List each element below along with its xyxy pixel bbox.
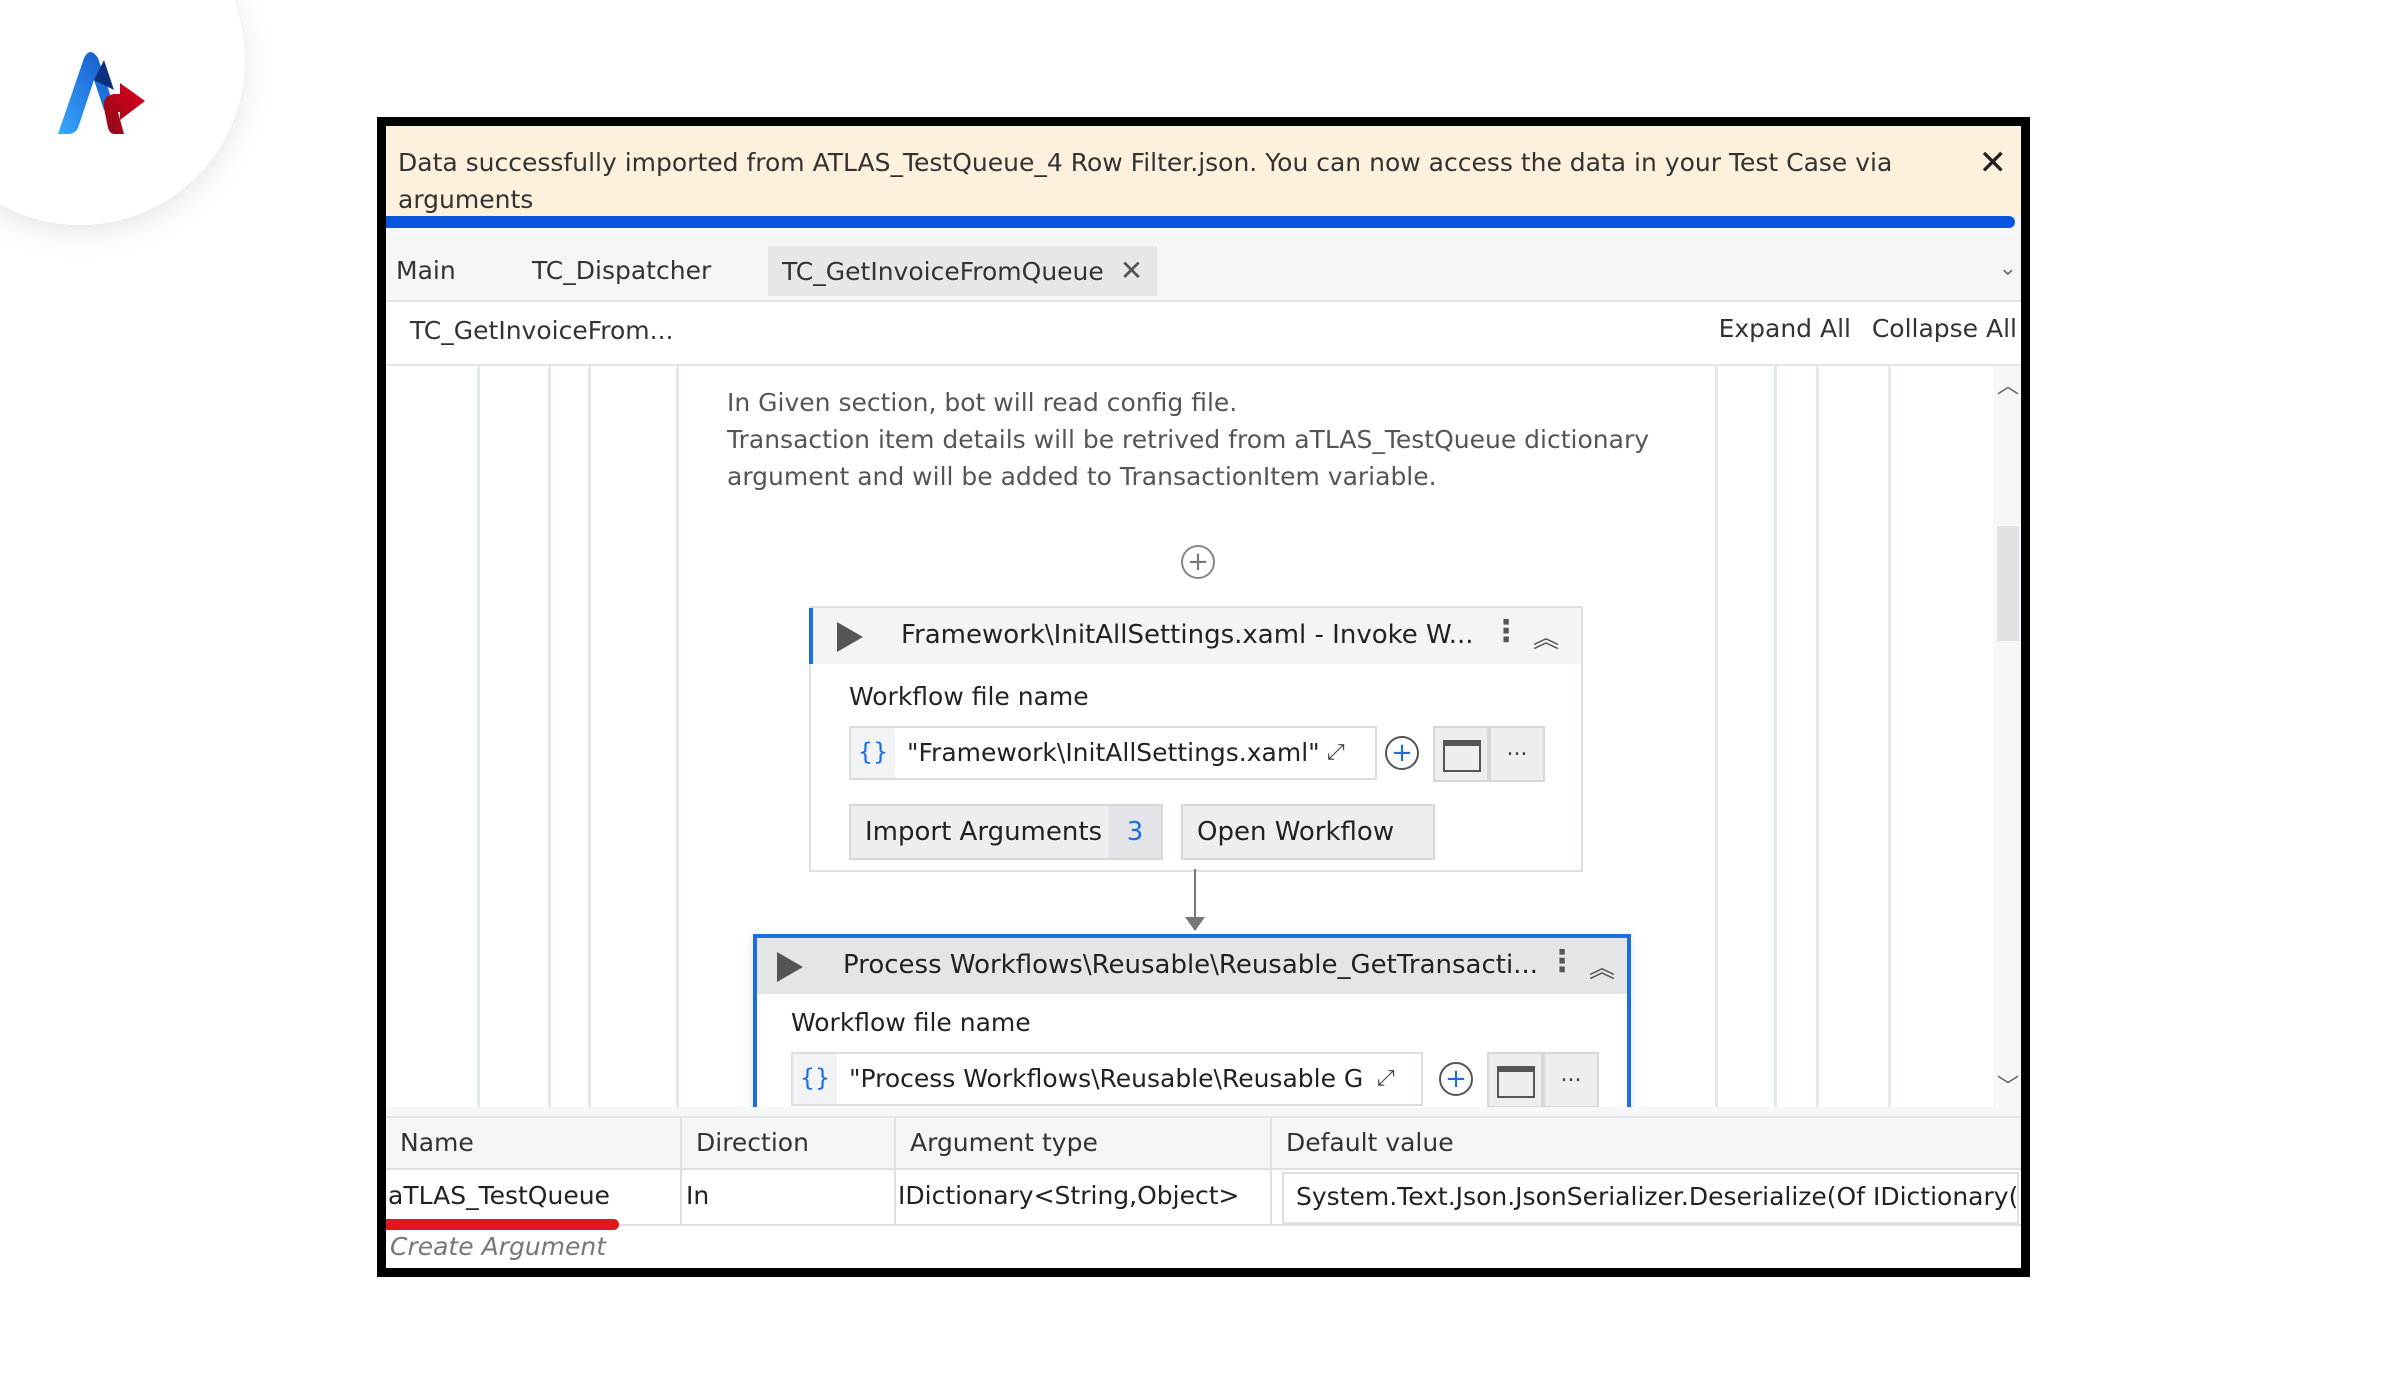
play-icon[interactable] — [837, 622, 863, 652]
scope-border — [588, 366, 591, 1107]
ellipsis-icon: ... — [1506, 736, 1528, 761]
expression-icon: {} — [793, 1054, 837, 1104]
expand-editor-icon[interactable]: ⤢ — [1327, 740, 1345, 765]
expand-all-button[interactable]: Expand All — [1719, 314, 1851, 343]
activity-title: Process Workflows\Reusable\Reusable_GetT… — [843, 950, 1538, 980]
scroll-up-icon[interactable]: ︿ — [1997, 368, 2019, 400]
tab-tc-getinvoicefromqueue[interactable]: TC_GetInvoiceFromQueue ✕ — [768, 246, 1158, 296]
workflow-file-name-input[interactable]: {} "Process Workflows\Reusable\Reusable … — [791, 1052, 1423, 1106]
browse-folder-button[interactable] — [1487, 1052, 1543, 1107]
scrollbar-thumb[interactable] — [1997, 526, 2019, 641]
expression-icon: {} — [851, 728, 895, 778]
designer-window: Data successfully imported from ATLAS_Te… — [377, 117, 2030, 1277]
add-activity-icon[interactable]: + — [1181, 545, 1215, 579]
activity-accent — [809, 608, 813, 664]
column-header-direction[interactable]: Direction — [682, 1118, 896, 1168]
expand-editor-icon[interactable]: ⤢ — [1377, 1066, 1395, 1091]
invoke-workflow-activity[interactable]: Framework\InitAllSettings.xaml - Invoke … — [809, 606, 1583, 872]
field-label: Workflow file name — [791, 1008, 1031, 1037]
tab-label: TC_Dispatcher — [532, 256, 712, 285]
breadcrumb[interactable]: TC_GetInvoiceFrom... — [410, 316, 673, 345]
atlas-logo-icon — [58, 52, 145, 134]
ellipsis-icon: ... — [1560, 1062, 1582, 1087]
table-row[interactable]: aTLAS_TestQueue In IDictionary<String,Ob… — [386, 1170, 2021, 1226]
invoke-workflow-activity-selected[interactable]: Process Workflows\Reusable\Reusable_GetT… — [753, 934, 1631, 1107]
tab-tc-dispatcher[interactable]: TC_Dispatcher — [532, 246, 711, 296]
activity-header[interactable]: Process Workflows\Reusable\Reusable_GetT… — [757, 938, 1627, 994]
import-notification: Data successfully imported from ATLAS_Te… — [386, 126, 2021, 216]
close-tab-icon[interactable]: ✕ — [1120, 254, 1143, 287]
annotation-line: In Given section, bot will read config f… — [727, 388, 1238, 417]
scope-border — [548, 366, 551, 1107]
import-arguments-button[interactable]: Import Arguments 3 — [849, 804, 1163, 860]
create-argument-input[interactable]: Create Argument — [390, 1232, 606, 1261]
highlight-underline — [386, 1219, 619, 1230]
folder-icon — [1497, 1066, 1535, 1098]
argument-default-value-input[interactable]: System.Text.Json.JsonSerializer.Deserial… — [1282, 1172, 2019, 1224]
activity-title: Framework\InitAllSettings.xaml - Invoke … — [901, 620, 1474, 650]
field-label: Workflow file name — [849, 682, 1089, 711]
field-value: "Framework\InitAllSettings.xaml" — [907, 738, 1320, 767]
add-plus-icon[interactable]: + — [1385, 736, 1419, 770]
collapse-all-button[interactable]: Collapse All — [1872, 314, 2017, 343]
column-header-argument-type[interactable]: Argument type — [896, 1118, 1272, 1168]
notification-message: Data successfully imported from ATLAS_Te… — [398, 148, 1893, 214]
add-plus-icon[interactable]: + — [1439, 1062, 1473, 1096]
document-tabs: Main TC_Dispatcher TC_GetInvoiceFromQueu… — [386, 234, 2021, 296]
play-icon[interactable] — [777, 952, 803, 982]
tab-main[interactable]: Main — [396, 246, 456, 296]
vertical-scrollbar[interactable]: ︿ ﹀ — [1993, 366, 2021, 1107]
column-header-name[interactable]: Name — [386, 1118, 682, 1168]
scroll-down-icon[interactable]: ﹀ — [1997, 1069, 2019, 1101]
folder-icon — [1443, 740, 1481, 772]
scope-border — [1888, 366, 1891, 1107]
annotation-text: In Given section, bot will read config f… — [727, 384, 1649, 495]
argument-type-cell[interactable]: IDictionary<String,Object> — [896, 1170, 1272, 1224]
argument-direction-cell[interactable]: In — [682, 1170, 896, 1224]
connector-line — [1194, 869, 1196, 919]
activity-header[interactable]: Framework\InitAllSettings.xaml - Invoke … — [809, 608, 1581, 664]
more-button[interactable]: ... — [1489, 726, 1545, 782]
arguments-header: Name Direction Argument type Default val… — [386, 1118, 2021, 1170]
scope-border — [1816, 366, 1819, 1107]
tab-label: TC_GetInvoiceFromQueue — [782, 257, 1104, 286]
chevron-down-icon[interactable]: ⌄ — [1999, 256, 2017, 281]
argument-count-badge: 3 — [1109, 806, 1161, 858]
column-header-default-value[interactable]: Default value — [1272, 1118, 2021, 1168]
annotation-line: Transaction item details will be retrive… — [727, 425, 1650, 454]
more-options-icon[interactable]: ⋮ — [1547, 944, 1577, 979]
button-label: Import Arguments — [865, 817, 1103, 847]
collapse-icon[interactable]: ︽ — [1533, 618, 1559, 655]
more-options-icon[interactable]: ⋮ — [1491, 614, 1521, 649]
close-icon[interactable]: ✕ — [1979, 146, 2008, 180]
import-progress-bar — [386, 216, 2015, 228]
field-value: "Process Workflows\Reusable\Reusable G — [849, 1064, 1364, 1093]
scope-border — [1774, 366, 1777, 1107]
open-workflow-button[interactable]: Open Workflow — [1181, 804, 1435, 860]
arguments-panel: Name Direction Argument type Default val… — [386, 1116, 2021, 1268]
browse-folder-button[interactable] — [1433, 726, 1489, 782]
annotation-line: argument and will be added to Transactio… — [727, 462, 1437, 491]
workflow-canvas[interactable]: In Given section, bot will read config f… — [386, 366, 2021, 1107]
collapse-icon[interactable]: ︽ — [1589, 948, 1615, 985]
arrow-down-icon — [1185, 917, 1205, 931]
scope-border — [477, 366, 480, 1107]
workflow-file-name-input[interactable]: {} "Framework\InitAllSettings.xaml" ⤢ — [849, 726, 1377, 780]
argument-name-cell[interactable]: aTLAS_TestQueue — [386, 1170, 682, 1224]
tab-label: Main — [396, 256, 456, 285]
breadcrumb-bar: TC_GetInvoiceFrom... Expand All Collapse… — [386, 300, 2021, 366]
given-sequence: In Given section, bot will read config f… — [676, 366, 1718, 1107]
more-button[interactable]: ... — [1543, 1052, 1599, 1107]
